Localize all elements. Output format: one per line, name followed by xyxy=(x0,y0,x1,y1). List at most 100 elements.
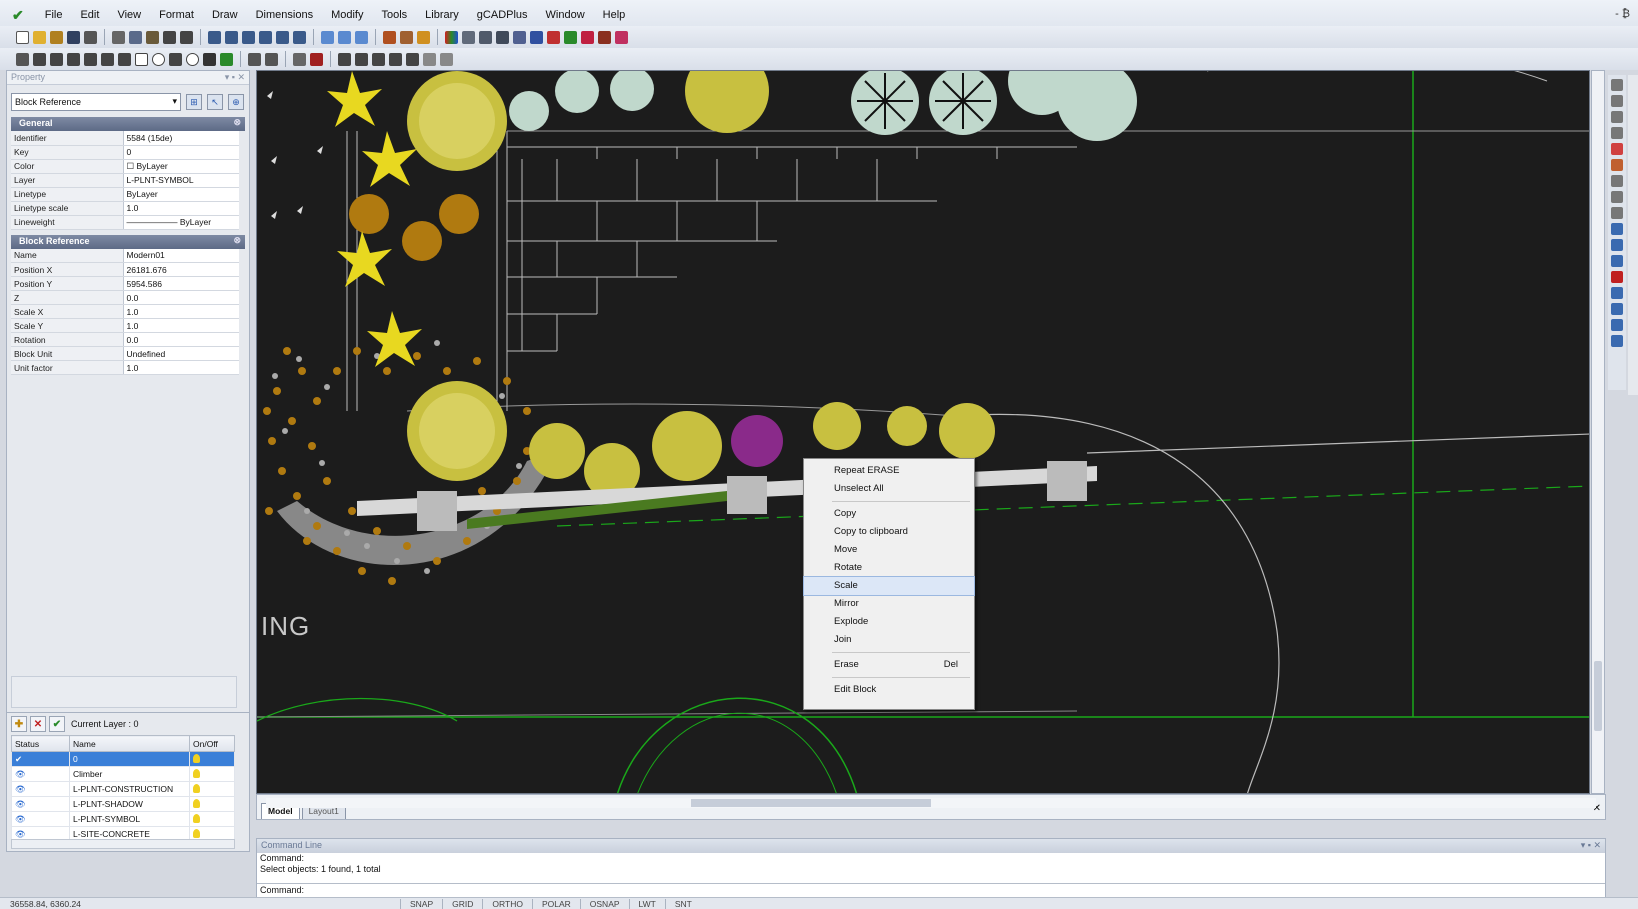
bulb-icon[interactable] xyxy=(193,753,200,763)
context-menu-item-move[interactable]: Move xyxy=(804,541,974,559)
property-value[interactable]: 5584 (15de) xyxy=(122,131,239,146)
drawing-horizontal-scrollbar[interactable] xyxy=(266,798,1596,808)
layer-visibility-icon[interactable]: 👁 xyxy=(11,766,70,782)
menu-format[interactable]: Format xyxy=(150,9,203,21)
delete-layer-icon[interactable]: ✕ xyxy=(30,716,46,732)
freehand-icon[interactable] xyxy=(118,52,131,66)
snt-toggle[interactable]: SNT xyxy=(664,898,701,909)
property-value[interactable]: 1.0 xyxy=(122,304,239,319)
property-row[interactable]: Linetype scale 1.0 xyxy=(11,201,239,216)
property-value[interactable]: ByLayer xyxy=(122,187,239,202)
center-mark-icon[interactable] xyxy=(440,52,453,66)
context-menu-item-copy-to-clipboard[interactable]: Copy to clipboard xyxy=(804,523,974,541)
menu-modify[interactable]: Modify xyxy=(322,9,372,21)
linear-dimension-icon[interactable] xyxy=(338,52,351,66)
context-menu-item-scale[interactable]: Scale xyxy=(803,576,975,596)
circle-icon[interactable] xyxy=(152,52,165,66)
panel-controls[interactable]: ▾ ▪ ✕ xyxy=(225,72,245,83)
dimension-icon[interactable] xyxy=(530,30,543,44)
open-file-icon[interactable] xyxy=(33,30,46,44)
property-value[interactable]: ☐ ByLayer xyxy=(122,159,239,174)
property-row[interactable]: Block Unit Undefined xyxy=(11,346,239,361)
extend-tool-icon[interactable] xyxy=(1611,207,1623,219)
layer-row[interactable]: 👁 L-PLNT-SYMBOL xyxy=(11,811,235,827)
bulb-icon[interactable] xyxy=(193,768,200,778)
layer-visibility-icon[interactable]: 👁 xyxy=(11,796,70,812)
general-section-header[interactable]: General xyxy=(11,117,245,131)
menu-file[interactable]: File xyxy=(36,9,72,21)
layer-column-status[interactable]: Status xyxy=(11,735,70,752)
trim-tool-icon[interactable] xyxy=(1611,191,1623,203)
offset-tool-icon[interactable] xyxy=(1611,223,1623,235)
fillet-tool-icon[interactable] xyxy=(1611,255,1623,267)
pan-icon[interactable] xyxy=(293,30,306,44)
layer-onoff-cell[interactable] xyxy=(189,751,235,767)
context-menu-item-erase[interactable]: Erase Del xyxy=(804,656,974,674)
grid-toggle[interactable]: GRID xyxy=(442,898,482,909)
property-row[interactable]: Position X 26181.676 xyxy=(11,262,239,277)
lineweight-icon[interactable] xyxy=(479,30,492,44)
zoom-extents-icon[interactable] xyxy=(259,30,272,44)
cut-icon[interactable] xyxy=(112,30,125,44)
match-properties-icon[interactable] xyxy=(513,30,526,44)
linetype-icon[interactable] xyxy=(462,30,475,44)
menu-tools[interactable]: Tools xyxy=(372,9,416,21)
context-menu-item-mirror[interactable]: Mirror xyxy=(804,595,974,613)
context-menu-item-repeat-erase[interactable]: Repeat ERASE xyxy=(804,462,974,480)
insert-image-icon[interactable] xyxy=(581,30,594,44)
menu-draw[interactable]: Draw xyxy=(203,9,247,21)
property-value[interactable]: 0.0 xyxy=(122,290,239,305)
property-row[interactable]: Color ☐ ByLayer xyxy=(11,159,239,174)
ray-icon[interactable] xyxy=(50,52,63,66)
move-tool-icon[interactable] xyxy=(1611,111,1623,123)
menu-edit[interactable]: Edit xyxy=(71,9,108,21)
join-tool-icon[interactable] xyxy=(1611,319,1623,331)
table-icon[interactable] xyxy=(293,52,306,66)
library-icon[interactable] xyxy=(400,30,413,44)
property-value[interactable]: 26181.676 xyxy=(122,262,239,277)
property-value[interactable]: L-PLNT-SYMBOL xyxy=(122,173,239,188)
property-row[interactable]: Rotation 0.0 xyxy=(11,332,239,347)
property-row[interactable]: Z 0.0 xyxy=(11,290,239,305)
set-current-layer-icon[interactable]: ✔ xyxy=(49,716,65,732)
bulb-icon[interactable] xyxy=(193,813,200,823)
property-value[interactable]: 0.0 xyxy=(122,332,239,347)
command-input[interactable]: Command: xyxy=(257,883,1605,897)
zoom-previous-icon[interactable] xyxy=(242,30,255,44)
property-row[interactable]: Layer L-PLNT-SYMBOL xyxy=(11,173,239,188)
property-value[interactable]: Undefined xyxy=(122,346,239,361)
block-reference-section-header[interactable]: Block Reference xyxy=(11,234,245,249)
paste-icon[interactable] xyxy=(146,30,159,44)
property-value[interactable]: 1.0 xyxy=(122,318,239,333)
bulb-icon[interactable] xyxy=(193,783,200,793)
menu-window[interactable]: Window xyxy=(537,9,594,21)
property-value[interactable]: Modern01 xyxy=(122,248,239,263)
rectangle-icon[interactable] xyxy=(135,52,148,66)
chamfer-tool-icon[interactable] xyxy=(1611,271,1623,283)
region-icon[interactable] xyxy=(265,52,278,66)
save-icon[interactable] xyxy=(67,30,80,44)
layer-filter-icon[interactable] xyxy=(355,30,368,44)
export-icon[interactable] xyxy=(598,30,611,44)
copy-tool-icon[interactable] xyxy=(1611,95,1623,107)
point-icon[interactable] xyxy=(16,52,29,66)
leader-icon[interactable] xyxy=(406,52,419,66)
layer-state-icon[interactable] xyxy=(338,30,351,44)
tolerance-icon[interactable] xyxy=(423,52,436,66)
property-row[interactable]: Lineweight —————— ByLayer xyxy=(11,215,239,230)
open-folder-icon[interactable] xyxy=(50,30,63,44)
window-controls[interactable]: - ₿ xyxy=(1615,8,1630,20)
ellipse-icon[interactable] xyxy=(186,52,199,66)
hatch-icon[interactable] xyxy=(547,30,560,44)
edit-polyline-icon[interactable] xyxy=(1611,335,1623,347)
menu-gcadplus[interactable]: gCADPlus xyxy=(468,9,537,21)
polar-toggle[interactable]: POLAR xyxy=(531,898,580,909)
stretch-tool-icon[interactable] xyxy=(1611,175,1623,187)
quick-select-icon[interactable]: ⊞ xyxy=(186,94,202,110)
radius-dimension-icon[interactable] xyxy=(372,52,385,66)
help-icon[interactable] xyxy=(615,30,628,44)
layer-visibility-icon[interactable]: 👁 xyxy=(11,781,70,797)
layer-properties-icon[interactable] xyxy=(321,30,334,44)
property-value[interactable]: 1.0 xyxy=(122,201,239,216)
panel-controls[interactable]: ▾ ▪ ✕ xyxy=(1581,840,1601,852)
